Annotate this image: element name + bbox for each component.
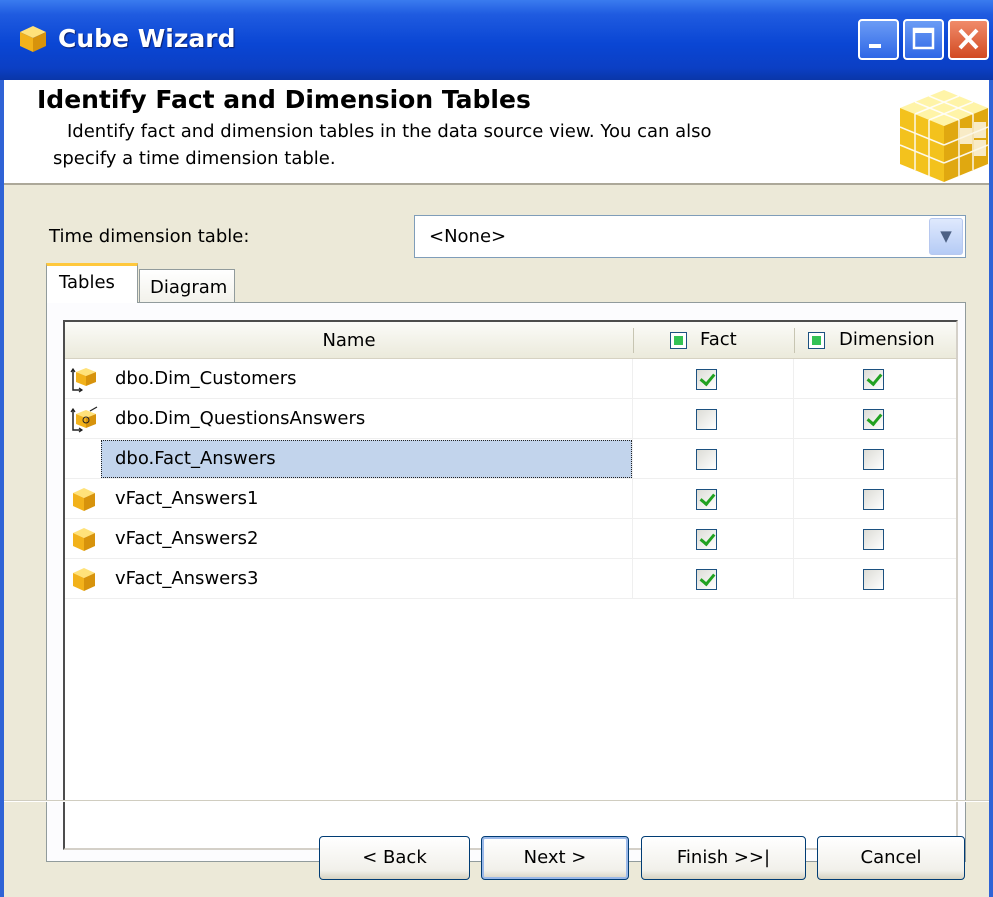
table-row[interactable]: vFact_Answers1: [65, 479, 956, 519]
row-name: vFact_Answers2: [115, 528, 259, 549]
dimension-checkbox[interactable]: [863, 529, 884, 550]
fact-cell: [633, 559, 794, 599]
fact-cell: [633, 439, 794, 479]
dimension-table-icon: [70, 367, 96, 393]
tab-tables-label: Tables: [59, 272, 115, 293]
dimension-header-label: Dimension: [839, 329, 935, 350]
dimension-cell: [794, 559, 956, 599]
fact-table-icon: [73, 528, 95, 551]
maximize-button[interactable]: [903, 19, 944, 60]
table-row[interactable]: dbo.Dim_QuestionsAnswers: [65, 399, 956, 439]
dimension-checkbox[interactable]: [863, 489, 884, 510]
fact-table-icon: [73, 488, 95, 511]
minimize-icon: [869, 44, 881, 48]
fact-cell: [633, 359, 794, 399]
tab-diagram[interactable]: Diagram: [139, 269, 235, 303]
name-cell: vFact_Answers1: [65, 479, 633, 519]
table-row[interactable]: vFact_Answers2: [65, 519, 956, 559]
fact-table-icon: [73, 568, 95, 591]
select-all-dimension-checkbox[interactable]: [808, 332, 825, 349]
grid-header: Name Fact Dimension: [65, 322, 956, 359]
fact-checkbox[interactable]: [696, 409, 717, 430]
cube-wizard-window: Cube Wizard Identify Fact and Dimension …: [0, 0, 993, 897]
time-dimension-label: Time dimension table:: [49, 226, 250, 247]
page-title: Identify Fact and Dimension Tables: [37, 85, 531, 114]
fact-checkbox[interactable]: [696, 449, 717, 470]
dimension-cell: [794, 359, 956, 399]
name-cell: vFact_Answers2: [65, 519, 633, 559]
name-cell: dbo.Dim_QuestionsAnswers: [65, 399, 633, 439]
fact-checkbox[interactable]: [696, 529, 717, 550]
name-cell: dbo.Fact_Answers: [65, 439, 633, 479]
table-row[interactable]: vFact_Answers3: [65, 559, 956, 599]
row-name: vFact_Answers3: [115, 568, 259, 589]
tables-grid: Name Fact Dimension dbo.Dim_Customers db…: [63, 320, 958, 850]
close-button[interactable]: [948, 19, 989, 60]
column-header-dimension[interactable]: Dimension: [794, 322, 956, 359]
dimension-cell: [794, 519, 956, 559]
name-cell: vFact_Answers3: [65, 559, 633, 599]
maximize-icon: [912, 27, 935, 50]
tables-tab-panel: Name Fact Dimension dbo.Dim_Customers db…: [46, 302, 966, 862]
name-cell: dbo.Dim_Customers: [65, 359, 633, 399]
dimension-cell: [794, 399, 956, 439]
title-bar[interactable]: Cube Wizard: [0, 0, 993, 80]
select-all-fact-checkbox[interactable]: [670, 332, 687, 349]
dimension-checkbox[interactable]: [863, 569, 884, 590]
wizard-header: Identify Fact and Dimension Tables Ident…: [4, 80, 989, 185]
chevron-down-icon[interactable]: ▼: [929, 218, 963, 255]
row-name: dbo.Dim_Customers: [115, 368, 297, 389]
fact-checkbox[interactable]: [696, 569, 717, 590]
cube-graphic-icon: [899, 90, 989, 182]
row-name: dbo.Fact_Answers: [115, 448, 276, 469]
fact-cell: [633, 519, 794, 559]
row-name: dbo.Dim_QuestionsAnswers: [115, 408, 366, 429]
time-dimension-value: <None>: [429, 226, 507, 247]
footer-divider: [4, 800, 989, 802]
back-button[interactable]: < Back: [319, 836, 470, 880]
minimize-button[interactable]: [858, 19, 899, 60]
page-description: Identify fact and dimension tables in th…: [53, 121, 712, 169]
time-dimension-dropdown[interactable]: <None> ▼: [414, 215, 966, 258]
column-header-fact[interactable]: Fact: [633, 322, 794, 359]
table-row[interactable]: dbo.Fact_Answers: [65, 439, 956, 479]
cancel-button[interactable]: Cancel: [817, 836, 965, 880]
fact-header-label: Fact: [700, 329, 737, 350]
dialog-body: Identify Fact and Dimension Tables Ident…: [4, 80, 989, 897]
dimension-table-icon: [70, 406, 98, 433]
close-icon: [958, 28, 979, 50]
fact-checkbox[interactable]: [696, 489, 717, 510]
window-title: Cube Wizard: [58, 24, 236, 53]
fact-cell: [633, 479, 794, 519]
table-row[interactable]: dbo.Dim_Customers: [65, 359, 956, 399]
tab-tables[interactable]: Tables: [46, 263, 138, 303]
fact-checkbox[interactable]: [696, 369, 717, 390]
dimension-cell: [794, 479, 956, 519]
fact-cell: [633, 399, 794, 439]
finish-button[interactable]: Finish >>|: [641, 836, 806, 880]
row-name: vFact_Answers1: [115, 488, 259, 509]
dimension-cell: [794, 439, 956, 479]
dimension-checkbox[interactable]: [863, 409, 884, 430]
column-header-name[interactable]: Name: [65, 322, 633, 359]
next-button[interactable]: Next >: [481, 836, 629, 880]
tab-diagram-label: Diagram: [150, 277, 228, 298]
cube-icon: [20, 26, 46, 52]
dimension-checkbox[interactable]: [863, 449, 884, 470]
dimension-checkbox[interactable]: [863, 369, 884, 390]
